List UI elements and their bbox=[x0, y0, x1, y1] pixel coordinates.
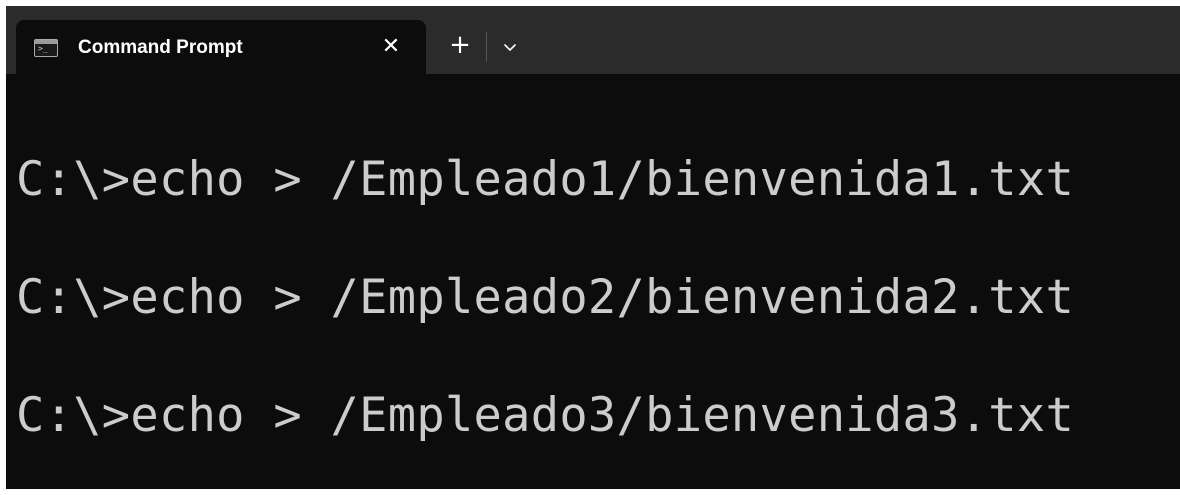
terminal-line: C:\>echo > /Empleado1/bienvenida1.txt bbox=[16, 152, 1075, 207]
tab-bar: >_ Command Prompt ✕ + bbox=[6, 6, 1180, 74]
tab-divider bbox=[486, 32, 487, 62]
terminal-icon-prompt: >_ bbox=[38, 44, 48, 53]
terminal-window: >_ Command Prompt ✕ + C:\>echo > /Emplea… bbox=[6, 6, 1180, 489]
terminal-line: C:\>echo > /Empleado3/bienvenida3.txt bbox=[16, 388, 1075, 443]
terminal-icon: >_ bbox=[34, 39, 58, 57]
dropdown-button[interactable] bbox=[496, 34, 524, 62]
new-tab-button[interactable]: + bbox=[444, 30, 476, 62]
terminal-line: C:\>echo > /Empleado2/bienvenida2.txt bbox=[16, 270, 1075, 325]
tab-command-prompt[interactable]: >_ Command Prompt ✕ bbox=[16, 20, 426, 74]
close-tab-button[interactable]: ✕ bbox=[376, 32, 406, 62]
terminal-output[interactable]: C:\>echo > /Empleado1/bienvenida1.txt C:… bbox=[6, 74, 1180, 489]
chevron-down-icon bbox=[504, 44, 516, 51]
tab-title: Command Prompt bbox=[78, 37, 243, 58]
